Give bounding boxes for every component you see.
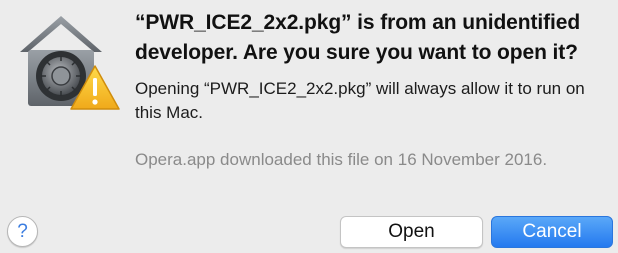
open-button[interactable]: Open xyxy=(340,216,483,248)
cancel-button[interactable]: Cancel xyxy=(491,216,613,248)
download-source-text: Opera.app downloaded this file on 16 Nov… xyxy=(135,150,548,169)
gatekeeper-warning-icon xyxy=(18,14,120,112)
gatekeeper-dialog: “PWR_ICE2_2x2.pkg” is from an unidentifi… xyxy=(0,0,618,253)
dialog-content: “PWR_ICE2_2x2.pkg” is from an unidentifi… xyxy=(135,8,610,172)
help-button[interactable]: ? xyxy=(7,216,38,247)
dialog-info-text: Opening “PWR_ICE2_2x2.pkg” will always a… xyxy=(135,79,585,122)
dialog-title: “PWR_ICE2_2x2.pkg” is from an unidentifi… xyxy=(135,11,581,64)
